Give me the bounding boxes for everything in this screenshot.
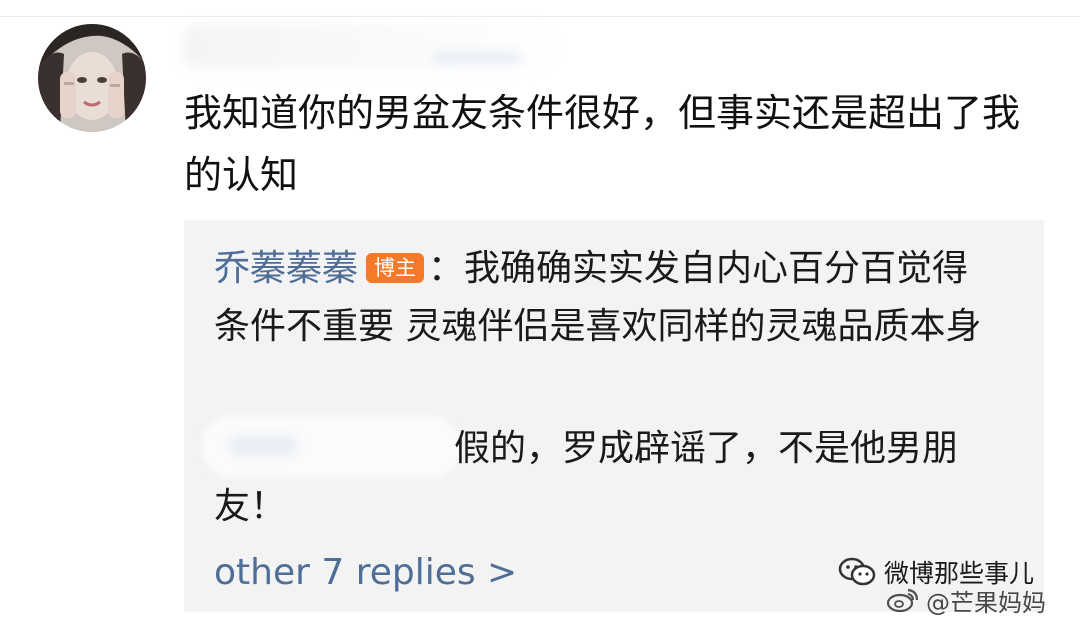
weibo-watermark: @芒果妈妈 bbox=[886, 584, 1046, 617]
author-badge: 博主 bbox=[366, 253, 425, 283]
weibo-watermark-text: @芒果妈妈 bbox=[926, 588, 1046, 617]
reply-item: 假的，罗成辟谣了，不是他男朋友！ bbox=[214, 420, 1004, 536]
redacted-username bbox=[182, 24, 562, 68]
header-divider bbox=[0, 16, 1080, 17]
avatar-image bbox=[38, 24, 146, 132]
wechat-icon bbox=[838, 557, 876, 586]
weibo-icon bbox=[886, 588, 919, 613]
avatar[interactable] bbox=[38, 24, 146, 132]
reply-item: 乔蓁蓁蓁 博主 ：我确确实实发自内心百分百觉得条件不重要 灵魂伴侣是喜欢同样的灵魂品… bbox=[214, 240, 1004, 356]
more-replies-link[interactable]: other 7 replies > bbox=[214, 547, 517, 599]
reply-text: 假的，罗成辟谣了，不是他男朋友！ bbox=[214, 428, 959, 527]
reply-separator: ： bbox=[428, 248, 465, 289]
comment-text: 我知道你的男盆友条件很好，但事实还是超出了我的认知 bbox=[184, 91, 1021, 197]
reply-author[interactable]: 乔蓁蓁蓁 bbox=[214, 248, 358, 289]
